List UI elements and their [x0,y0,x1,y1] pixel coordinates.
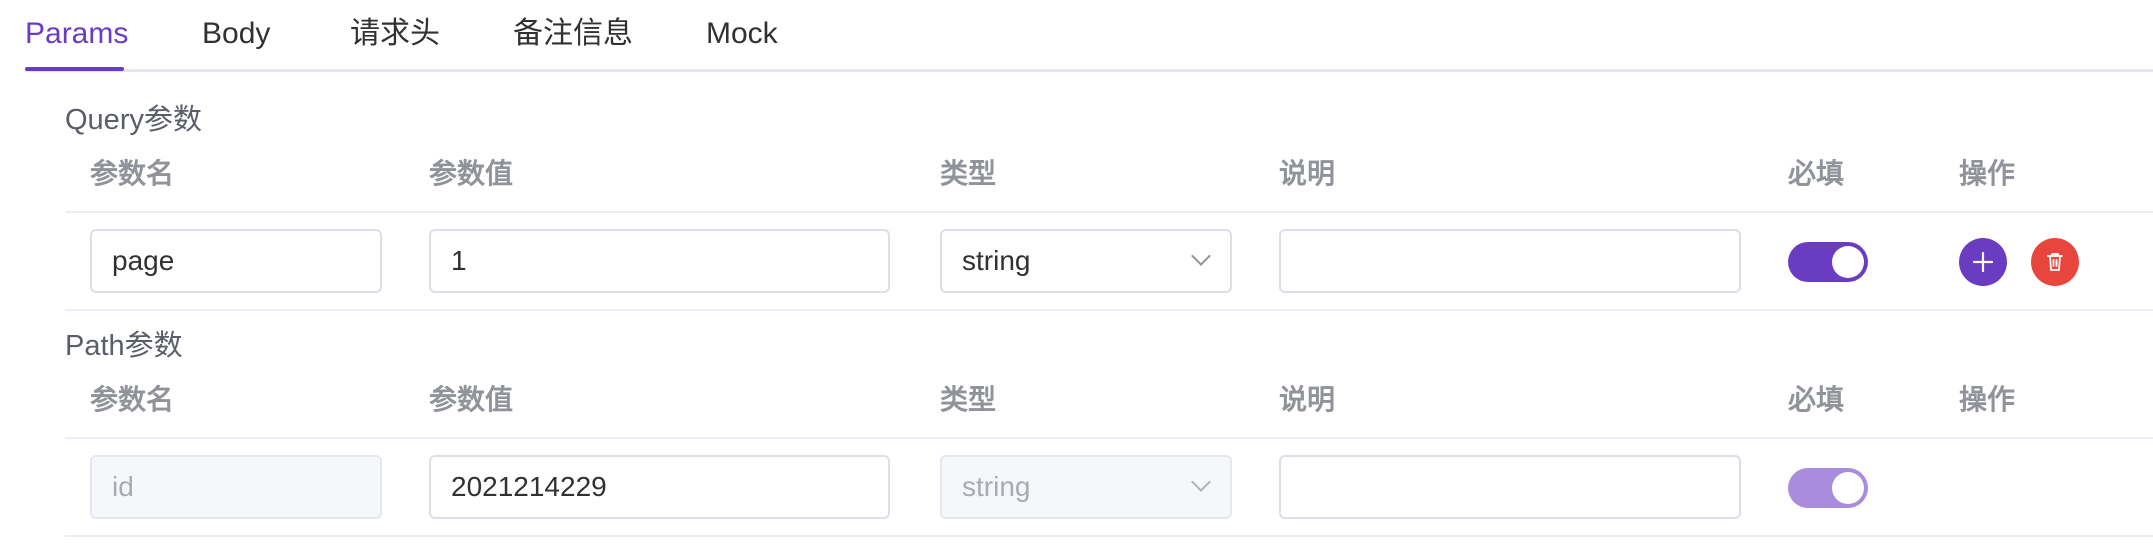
column-header-value: 参数值 [429,158,514,189]
param-type-select[interactable]: string [940,229,1232,293]
tab-mock[interactable]: Mock [706,14,778,72]
path-param-row: id 2021214229 string [65,437,2153,537]
tab-body[interactable]: Body [202,14,270,72]
query-table-header: 参数名 参数值 类型 说明 必填 操作 [65,154,2153,202]
column-header-actions: 操作 [1959,384,2016,415]
column-header-actions: 操作 [1959,158,2016,189]
trash-icon [2047,253,2063,271]
column-header-type: 类型 [940,158,997,189]
column-header-name: 参数名 [90,158,175,189]
column-header-desc: 说明 [1279,158,1336,189]
delete-param-button[interactable] [2031,238,2079,286]
param-type-select-disabled: string [940,455,1232,519]
param-value-input[interactable]: 2021214229 [429,455,890,519]
toggle-knob [1832,472,1864,504]
chevron-down-icon [1191,246,1211,266]
query-section-title: Query参数 [65,104,202,136]
add-param-button[interactable] [1959,238,2007,286]
plus-icon [1972,251,1994,273]
required-toggle[interactable] [1788,242,1868,282]
param-name-input-disabled: id [90,455,382,519]
column-header-type: 类型 [940,384,997,415]
column-header-required: 必填 [1788,158,1845,189]
tab-headers[interactable]: 请求头 [350,14,440,72]
param-type-value: string [962,471,1031,502]
column-header-required: 必填 [1788,384,1845,415]
param-desc-input[interactable] [1279,229,1741,293]
chevron-down-icon [1191,472,1211,492]
param-value-input[interactable]: 1 [429,229,890,293]
column-header-name: 参数名 [90,384,175,415]
path-table-header: 参数名 参数值 类型 说明 必填 操作 [65,380,2153,428]
column-header-value: 参数值 [429,384,514,415]
active-tab-indicator [25,67,124,71]
required-toggle-disabled [1788,468,1868,508]
query-param-row: page 1 string [65,211,2153,311]
param-name-input[interactable]: page [90,229,382,293]
tab-notes[interactable]: 备注信息 [513,14,633,72]
path-section-title: Path参数 [65,330,183,362]
column-header-desc: 说明 [1279,384,1336,415]
tab-bar: Params Body 请求头 备注信息 Mock [25,0,2153,72]
param-type-value: string [962,245,1031,276]
param-desc-input[interactable] [1279,455,1741,519]
toggle-knob [1832,246,1864,278]
tab-params[interactable]: Params [25,14,128,72]
